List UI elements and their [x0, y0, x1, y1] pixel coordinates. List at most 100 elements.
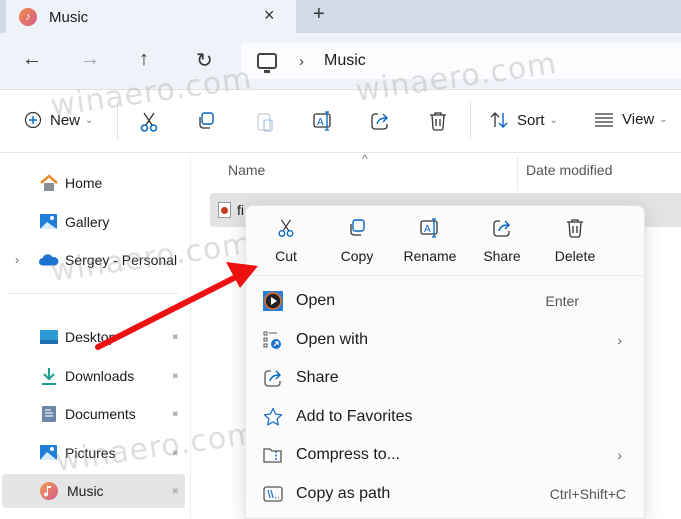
- sidebar-item-onedrive[interactable]: › Sergey - Personal: [0, 243, 186, 277]
- music-icon: [39, 482, 59, 500]
- delete-button[interactable]: [428, 111, 448, 131]
- forward-button[interactable]: →: [80, 48, 100, 71]
- delete-icon: [430, 112, 446, 131]
- menu-item-compress-to[interactable]: Compress to... ›: [246, 436, 644, 474]
- copy-button[interactable]: [196, 111, 216, 131]
- copy-label: Copy: [340, 248, 374, 264]
- chevron-down-icon: ⌄: [85, 114, 94, 126]
- refresh-button[interactable]: ↻: [196, 48, 213, 73]
- copy-path-icon: [263, 484, 283, 504]
- sort-label: Sort: [517, 111, 545, 129]
- menu-item-share[interactable]: Share: [246, 359, 644, 397]
- copy-action[interactable]: Copy: [325, 216, 389, 264]
- sidebar-item-label: Downloads: [65, 368, 135, 384]
- svg-text:A: A: [424, 224, 431, 235]
- column-header-date-modified[interactable]: Date modified: [526, 162, 612, 178]
- up-button[interactable]: ↑: [139, 48, 149, 71]
- breadcrumb-separator[interactable]: ›: [299, 53, 304, 70]
- divider: [117, 101, 118, 139]
- sidebar-item-label: Desktop: [65, 329, 117, 345]
- sidebar-item-downloads[interactable]: Downloads ✦: [0, 359, 186, 393]
- navigation-bar: ← → ↑ ↻ › Music: [0, 33, 681, 90]
- downloads-icon: [39, 367, 59, 385]
- cut-button[interactable]: [138, 111, 160, 133]
- delete-action[interactable]: Delete: [543, 216, 607, 264]
- new-button[interactable]: New ⌄: [24, 111, 93, 129]
- tab-title: Music: [49, 8, 89, 26]
- music-app-icon: ♪: [19, 8, 37, 26]
- address-bar[interactable]: › Music: [241, 43, 681, 79]
- new-label: New: [50, 111, 81, 129]
- sidebar-item-gallery[interactable]: Gallery: [0, 205, 186, 239]
- view-button[interactable]: View ⌄: [594, 111, 668, 128]
- cut-icon: [140, 112, 158, 132]
- sort-button[interactable]: Sort ⌄: [489, 111, 558, 129]
- share-button[interactable]: [370, 111, 390, 131]
- cut-icon: [276, 216, 296, 240]
- pin-icon[interactable]: ✦: [167, 328, 184, 345]
- quick-actions-bar: Cut Copy A Rename Share Delete: [246, 206, 644, 276]
- breadcrumb-music[interactable]: Music: [324, 52, 366, 70]
- sidebar-item-pictures[interactable]: Pictures ✦: [0, 436, 186, 470]
- file-name: fi: [237, 202, 244, 218]
- menu-item-label: Compress to...: [296, 446, 401, 463]
- back-button[interactable]: ←: [22, 48, 42, 71]
- menu-item-label: Open: [296, 292, 336, 309]
- tab-music[interactable]: ♪ Music ×: [6, 0, 296, 34]
- chevron-down-icon: ⌄: [659, 114, 668, 125]
- star-icon: [263, 407, 283, 427]
- pin-icon[interactable]: ✦: [167, 405, 184, 422]
- sidebar-item-music[interactable]: Music ✦: [2, 474, 185, 508]
- share-icon: [492, 216, 512, 240]
- svg-text:A: A: [317, 117, 324, 128]
- view-label: View: [622, 111, 655, 128]
- shortcut-text: Enter: [545, 293, 579, 309]
- sort-icon: [490, 112, 508, 128]
- sidebar-item-label: Home: [65, 175, 103, 191]
- navigation-pane: Home Gallery › Sergey - Personal Desktop…: [0, 154, 191, 519]
- close-tab-icon[interactable]: ×: [264, 5, 275, 26]
- copy-icon: [199, 112, 214, 129]
- pin-icon[interactable]: ✦: [167, 367, 184, 384]
- sidebar-item-home[interactable]: Home: [0, 166, 186, 200]
- menu-item-label: Add to Favorites: [296, 408, 413, 425]
- delete-icon: [565, 216, 585, 240]
- menu-item-add-to-favorites[interactable]: Add to Favorites: [246, 398, 644, 436]
- menu-item-open-with[interactable]: Open with ›: [246, 321, 644, 359]
- menu-item-label: Open with: [296, 331, 369, 348]
- new-tab-button[interactable]: +: [313, 3, 325, 26]
- paste-icon: [257, 113, 273, 132]
- rename-action[interactable]: A Rename: [398, 216, 462, 264]
- chevron-down-icon: ⌄: [549, 114, 558, 126]
- media-player-icon: [263, 291, 283, 311]
- rename-button[interactable]: A: [312, 111, 334, 131]
- expand-chevron-icon[interactable]: ›: [15, 253, 19, 267]
- chevron-right-icon: ›: [617, 332, 622, 348]
- sidebar-item-documents[interactable]: Documents ✦: [0, 397, 186, 431]
- share-action[interactable]: Share: [470, 216, 534, 264]
- pin-icon[interactable]: ✦: [167, 444, 184, 461]
- shortcut-text: Ctrl+Shift+C: [549, 486, 626, 502]
- sidebar-item-label: Pictures: [65, 445, 116, 461]
- rename-icon: A: [419, 216, 441, 240]
- tab-strip: ♪ Music × +: [0, 0, 681, 34]
- cut-label: Cut: [275, 248, 297, 264]
- rename-icon: A: [313, 111, 331, 131]
- desktop-icon: [39, 328, 59, 346]
- this-pc-icon[interactable]: [257, 53, 277, 73]
- pin-icon[interactable]: ✦: [167, 482, 184, 499]
- menu-item-label: Share: [296, 369, 339, 386]
- menu-item-open[interactable]: Open Enter: [246, 282, 644, 320]
- column-header-name[interactable]: Name: [228, 162, 265, 178]
- column-separator[interactable]: [517, 156, 518, 190]
- copy-icon: [347, 216, 367, 240]
- cut-action[interactable]: Cut: [254, 216, 318, 264]
- paste-button[interactable]: [255, 111, 275, 133]
- pictures-icon: [39, 444, 59, 462]
- home-icon: [39, 174, 59, 192]
- compress-icon: [263, 445, 283, 465]
- menu-item-label: Copy as path: [296, 485, 391, 502]
- menu-item-copy-as-path[interactable]: Copy as path Ctrl+Shift+C: [246, 475, 644, 513]
- sidebar-item-label: Sergey - Personal: [65, 252, 178, 268]
- sidebar-item-desktop[interactable]: Desktop ✦: [0, 320, 186, 354]
